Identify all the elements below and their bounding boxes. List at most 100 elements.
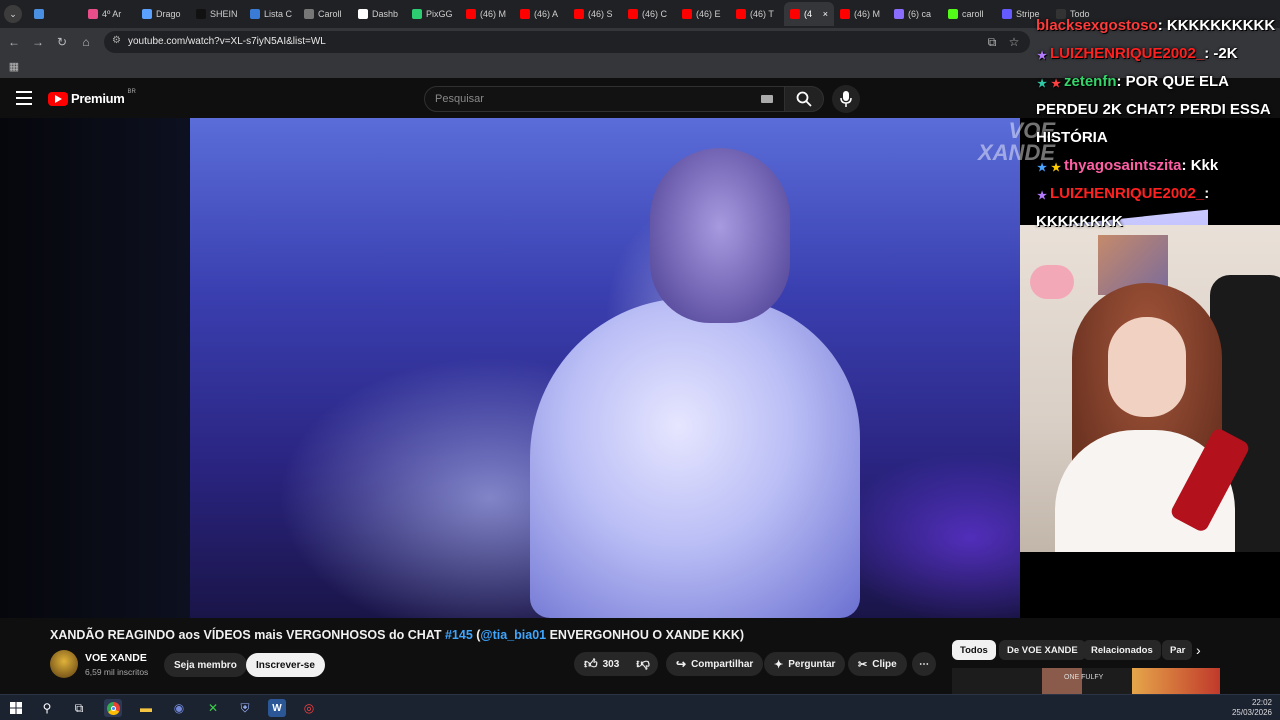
menu-icon[interactable] <box>16 91 32 105</box>
subscribe-button[interactable]: Inscrever-se <box>246 653 325 677</box>
tab-favicon-icon <box>736 9 746 19</box>
tab-favicon-icon <box>628 9 638 19</box>
site-info-icon[interactable]: ⚙ <box>112 35 121 46</box>
sparkle-icon: ✦ <box>774 658 784 671</box>
tab-title: PixGG <box>426 9 453 19</box>
recommendation-thumbnail[interactable] <box>1132 668 1220 694</box>
browser-tab[interactable]: (46) E <box>676 2 730 26</box>
clip-button[interactable]: ✂ Clipe <box>848 652 907 676</box>
keyboard-icon[interactable] <box>761 95 773 103</box>
channel-name[interactable]: VOE XANDE <box>85 652 147 664</box>
chip-todos[interactable]: Todos <box>952 640 996 660</box>
chat-text: : Kkk <box>1181 157 1219 174</box>
browser-tab[interactable]: (46) M <box>834 2 888 26</box>
browser-tab[interactable]: Lista C <box>244 2 298 26</box>
title-hashtag-link[interactable]: #145 <box>445 628 473 642</box>
chip-label: Relacionados <box>1091 644 1153 656</box>
streamer-head <box>650 148 790 323</box>
tab-title: Lista C <box>264 9 293 19</box>
home-icon[interactable]: ⌂ <box>78 34 94 50</box>
voice-search-button[interactable] <box>832 85 860 113</box>
file-explorer-icon[interactable]: ▬ <box>137 699 155 717</box>
tab-title: (4 <box>804 9 813 19</box>
subscribe-label: Inscrever-se <box>256 659 315 671</box>
search-icon[interactable]: ⚲ <box>38 699 56 717</box>
browser-tab[interactable]: PixGG <box>406 2 460 26</box>
browser-tab[interactable]: (4 × <box>784 2 834 26</box>
chat-message: blacksexgostoso: KKKKKKKKKK <box>1036 12 1280 40</box>
chat-message: ★ ★ thyagosaintszita: Kkk <box>1036 152 1280 180</box>
tab-favicon-icon <box>34 9 44 19</box>
tab-favicon-icon <box>574 9 584 19</box>
browser-tab[interactable]: 4º Ar <box>82 2 136 26</box>
system-clock[interactable]: 22:02 25/03/2026 <box>1232 698 1272 718</box>
video-frame[interactable] <box>190 118 1208 618</box>
forward-icon[interactable]: → <box>30 34 46 50</box>
browser-tab[interactable]: Caroll <box>298 2 352 26</box>
more-actions-button[interactable]: ⋯ <box>912 652 936 676</box>
browser-tab[interactable]: (46) M <box>460 2 514 26</box>
search-placeholder: Pesquisar <box>435 93 484 105</box>
tab-title: caroll <box>962 9 984 19</box>
chat-username: thyagosaintszita <box>1064 157 1182 174</box>
bookmark-star-icon[interactable]: ☆ <box>1006 34 1022 50</box>
tab-title: (46) E <box>696 9 721 19</box>
browser-tab[interactable]: (46) T <box>730 2 784 26</box>
youtube-logo[interactable]: Premium BR <box>48 89 136 106</box>
chat-username: zetenfn <box>1064 73 1117 90</box>
share-button[interactable]: ↪ Compartilhar <box>666 652 764 676</box>
address-bar[interactable]: ⚙ youtube.com/watch?v=XL-s7iyN5AI&list=W… <box>104 31 1030 53</box>
chip-label: De VOE XANDE <box>1007 644 1078 656</box>
dislike-icon[interactable]: 👍︎ <box>636 656 650 672</box>
tab-search-button[interactable]: ⌄ <box>4 5 22 23</box>
chrome-icon[interactable] <box>104 699 122 717</box>
browser-tab[interactable]: (46) A <box>514 2 568 26</box>
browser-tab[interactable]: (46) C <box>622 2 676 26</box>
browser-tab[interactable]: caroll <box>942 2 996 26</box>
tab-list: 4º Ar Drago SHEIN Lista C Caroll Dashb PixGG (4… <box>28 2 1104 26</box>
install-app-icon[interactable]: ⧉ <box>984 34 1000 50</box>
shield-icon[interactable]: ⛨ <box>236 699 254 717</box>
video-info-section: XANDÃO REAGINDO aos VÍDEOS mais VERGONHO… <box>0 618 1280 694</box>
like-icon[interactable]: 👍︎ <box>584 656 598 672</box>
recorder-icon[interactable]: ◎ <box>300 699 318 717</box>
chip-related[interactable]: Relacionados <box>1083 640 1161 660</box>
browser-tab[interactable]: Drago <box>136 2 190 26</box>
title-mention-link[interactable]: @tia_bia01 <box>480 628 546 642</box>
reload-icon[interactable]: ↻ <box>54 34 70 50</box>
word-icon[interactable]: W <box>268 699 286 717</box>
back-icon[interactable]: ← <box>6 34 22 50</box>
tab-title: (46) T <box>750 9 774 19</box>
chat-badge-icon: ★ <box>1037 78 1047 90</box>
browser-tab[interactable] <box>28 2 82 26</box>
chip-channel[interactable]: De VOE XANDE <box>999 640 1086 660</box>
browser-tab[interactable]: (6) ca <box>888 2 942 26</box>
join-button[interactable]: Seja membro <box>164 653 247 677</box>
url-text[interactable]: youtube.com/watch?v=XL-s7iyN5AI&list=WL <box>128 36 326 47</box>
windows-start-icon[interactable] <box>7 699 25 717</box>
tab-favicon-icon <box>840 9 850 19</box>
apps-grid-icon[interactable]: ▦ <box>6 59 22 75</box>
like-count[interactable]: 303 <box>603 659 620 670</box>
search-input[interactable]: Pesquisar <box>424 86 786 112</box>
chip-partial[interactable]: Par <box>1162 640 1192 660</box>
like-dislike-group: 👍︎ 303 👍︎ <box>574 652 658 676</box>
tab-favicon-icon <box>1002 9 1012 19</box>
task-view-icon[interactable]: ⧉ <box>70 699 88 717</box>
close-tab-icon[interactable]: × <box>823 9 828 19</box>
ask-button[interactable]: ✦ Perguntar <box>764 652 846 676</box>
xbox-icon[interactable]: ✕ <box>204 699 222 717</box>
chat-badge-icon: ★ <box>1037 190 1047 202</box>
channel-avatar[interactable] <box>50 650 78 678</box>
search-button[interactable] <box>784 86 824 112</box>
share-icon: ↪ <box>676 657 687 671</box>
join-label: Seja membro <box>174 659 237 671</box>
browser-tab[interactable]: SHEIN <box>190 2 244 26</box>
browser-tab[interactable]: (46) S <box>568 2 622 26</box>
recommendation-thumbnail[interactable]: ONE FULFY <box>952 668 1132 694</box>
browser-tab[interactable]: Dashb <box>352 2 406 26</box>
tab-favicon-icon <box>88 9 98 19</box>
chevron-right-icon[interactable]: › <box>1196 642 1201 658</box>
chat-badge-icon: ★ <box>1051 162 1061 174</box>
discord-icon[interactable]: ◉ <box>170 699 188 717</box>
